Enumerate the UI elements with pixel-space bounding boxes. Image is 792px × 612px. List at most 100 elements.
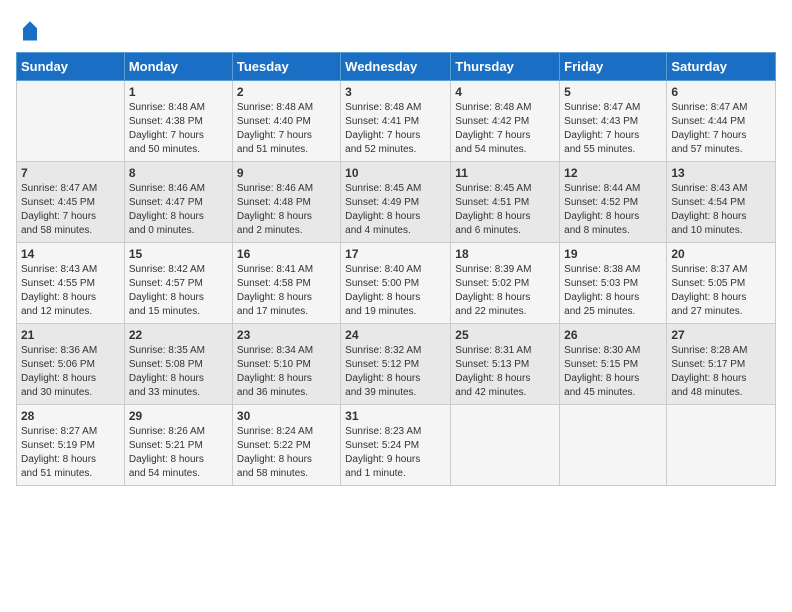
calendar-cell: 16 Sunrise: 8:41 AM Sunset: 4:58 PM Dayli… (232, 243, 340, 324)
calendar-cell: 20 Sunrise: 8:37 AM Sunset: 5:05 PM Dayli… (667, 243, 776, 324)
calendar-body: 1 Sunrise: 8:48 AM Sunset: 4:38 PM Daylig… (17, 81, 776, 486)
calendar-cell: 7Sunrise: 8:47 AM Sunset: 4:45 PM Daylig… (17, 162, 125, 243)
calendar-cell: 14 Sunrise: 8:43 AM Sunset: 4:55 PM Dayli… (17, 243, 125, 324)
day-info: Sunrise: 8:34 AM Sunset: 5:10 PM Dayligh… (237, 344, 336, 400)
calendar-cell: 13 Sunrise: 8:43 AM Sunset: 4:54 PM Dayli… (667, 162, 776, 243)
day-number: 4 (455, 85, 555, 99)
calendar-cell (17, 81, 125, 162)
day-info: Sunrise: 8:26 AM Sunset: 5:21 PM Dayligh… (129, 425, 228, 481)
day-info: Sunrise: 8:46 AM Sunset: 4:48 PM Dayligh… (237, 182, 336, 238)
day-number: 7 (21, 166, 120, 180)
day-number: 20 (671, 247, 771, 261)
day-number: 29 (129, 409, 228, 423)
calendar-cell (667, 405, 776, 486)
day-number: 24 (345, 328, 446, 342)
day-number: 21 (21, 328, 120, 342)
day-number: 13 (671, 166, 771, 180)
day-info: Sunrise: 8:48 AM Sunset: 4:38 PM Dayligh… (129, 101, 228, 157)
day-info: Sunrise: 8:41 AM Sunset: 4:58 PM Dayligh… (237, 263, 336, 319)
day-number: 5 (564, 85, 662, 99)
day-info: Sunrise: 8:48 AM Sunset: 4:40 PM Dayligh… (237, 101, 336, 157)
day-info: Sunrise: 8:43 AM Sunset: 4:54 PM Dayligh… (671, 182, 771, 238)
week-row-2: 14 Sunrise: 8:43 AM Sunset: 4:55 PM Dayli… (17, 243, 776, 324)
day-number: 18 (455, 247, 555, 261)
day-info: Sunrise: 8:28 AM Sunset: 5:17 PM Dayligh… (671, 344, 771, 400)
calendar-cell: 27 Sunrise: 8:28 AM Sunset: 5:17 PM Dayli… (667, 324, 776, 405)
day-info: Sunrise: 8:30 AM Sunset: 5:15 PM Dayligh… (564, 344, 662, 400)
calendar-cell: 6Sunrise: 8:47 AM Sunset: 4:44 PM Daylig… (667, 81, 776, 162)
day-info: Sunrise: 8:37 AM Sunset: 5:05 PM Dayligh… (671, 263, 771, 319)
calendar-cell: 29 Sunrise: 8:26 AM Sunset: 5:21 PM Dayli… (124, 405, 232, 486)
calendar-cell: 3 Sunrise: 8:48 AM Sunset: 4:41 PM Daylig… (341, 81, 451, 162)
calendar-cell: 26 Sunrise: 8:30 AM Sunset: 5:15 PM Dayli… (560, 324, 667, 405)
day-info: Sunrise: 8:35 AM Sunset: 5:08 PM Dayligh… (129, 344, 228, 400)
day-number: 10 (345, 166, 446, 180)
calendar-header: SundayMondayTuesdayWednesdayThursdayFrid… (17, 53, 776, 81)
page-header (16, 16, 776, 44)
day-number: 3 (345, 85, 446, 99)
header-cell-sunday: Sunday (17, 53, 125, 81)
day-number: 31 (345, 409, 446, 423)
day-info: Sunrise: 8:48 AM Sunset: 4:42 PM Dayligh… (455, 101, 555, 157)
calendar-cell: 4 Sunrise: 8:48 AM Sunset: 4:42 PM Daylig… (451, 81, 560, 162)
day-number: 15 (129, 247, 228, 261)
day-info: Sunrise: 8:31 AM Sunset: 5:13 PM Dayligh… (455, 344, 555, 400)
header-cell-thursday: Thursday (451, 53, 560, 81)
calendar-cell (560, 405, 667, 486)
header-row: SundayMondayTuesdayWednesdayThursdayFrid… (17, 53, 776, 81)
week-row-1: 7Sunrise: 8:47 AM Sunset: 4:45 PM Daylig… (17, 162, 776, 243)
calendar-cell: 24 Sunrise: 8:32 AM Sunset: 5:12 PM Dayli… (341, 324, 451, 405)
calendar-cell: 23 Sunrise: 8:34 AM Sunset: 5:10 PM Dayli… (232, 324, 340, 405)
calendar-cell: 12Sunrise: 8:44 AM Sunset: 4:52 PM Dayli… (560, 162, 667, 243)
day-number: 11 (455, 166, 555, 180)
calendar-cell: 8 Sunrise: 8:46 AM Sunset: 4:47 PM Daylig… (124, 162, 232, 243)
calendar-cell: 30 Sunrise: 8:24 AM Sunset: 5:22 PM Dayli… (232, 405, 340, 486)
day-number: 26 (564, 328, 662, 342)
logo (16, 16, 48, 44)
day-info: Sunrise: 8:40 AM Sunset: 5:00 PM Dayligh… (345, 263, 446, 319)
calendar-cell: 5Sunrise: 8:47 AM Sunset: 4:43 PM Daylig… (560, 81, 667, 162)
day-info: Sunrise: 8:48 AM Sunset: 4:41 PM Dayligh… (345, 101, 446, 157)
day-number: 23 (237, 328, 336, 342)
calendar-cell: 9 Sunrise: 8:46 AM Sunset: 4:48 PM Daylig… (232, 162, 340, 243)
day-number: 16 (237, 247, 336, 261)
calendar-table: SundayMondayTuesdayWednesdayThursdayFrid… (16, 52, 776, 486)
calendar-cell: 10Sunrise: 8:45 AM Sunset: 4:49 PM Dayli… (341, 162, 451, 243)
header-cell-saturday: Saturday (667, 53, 776, 81)
day-number: 12 (564, 166, 662, 180)
day-number: 22 (129, 328, 228, 342)
day-number: 8 (129, 166, 228, 180)
day-info: Sunrise: 8:46 AM Sunset: 4:47 PM Dayligh… (129, 182, 228, 238)
calendar-cell: 18 Sunrise: 8:39 AM Sunset: 5:02 PM Dayli… (451, 243, 560, 324)
calendar-cell: 15Sunrise: 8:42 AM Sunset: 4:57 PM Dayli… (124, 243, 232, 324)
calendar-cell (451, 405, 560, 486)
header-cell-wednesday: Wednesday (341, 53, 451, 81)
week-row-4: 28 Sunrise: 8:27 AM Sunset: 5:19 PM Dayli… (17, 405, 776, 486)
day-number: 1 (129, 85, 228, 99)
day-info: Sunrise: 8:47 AM Sunset: 4:44 PM Dayligh… (671, 101, 771, 157)
calendar-cell: 21Sunrise: 8:36 AM Sunset: 5:06 PM Dayli… (17, 324, 125, 405)
day-info: Sunrise: 8:23 AM Sunset: 5:24 PM Dayligh… (345, 425, 446, 481)
day-number: 14 (21, 247, 120, 261)
calendar-cell: 28 Sunrise: 8:27 AM Sunset: 5:19 PM Dayli… (17, 405, 125, 486)
day-info: Sunrise: 8:32 AM Sunset: 5:12 PM Dayligh… (345, 344, 446, 400)
day-number: 17 (345, 247, 446, 261)
calendar-cell: 22 Sunrise: 8:35 AM Sunset: 5:08 PM Dayli… (124, 324, 232, 405)
week-row-3: 21Sunrise: 8:36 AM Sunset: 5:06 PM Dayli… (17, 324, 776, 405)
day-info: Sunrise: 8:39 AM Sunset: 5:02 PM Dayligh… (455, 263, 555, 319)
day-info: Sunrise: 8:27 AM Sunset: 5:19 PM Dayligh… (21, 425, 120, 481)
day-info: Sunrise: 8:24 AM Sunset: 5:22 PM Dayligh… (237, 425, 336, 481)
header-cell-friday: Friday (560, 53, 667, 81)
calendar-cell: 2 Sunrise: 8:48 AM Sunset: 4:40 PM Daylig… (232, 81, 340, 162)
calendar-cell: 31 Sunrise: 8:23 AM Sunset: 5:24 PM Dayli… (341, 405, 451, 486)
day-number: 30 (237, 409, 336, 423)
day-number: 27 (671, 328, 771, 342)
day-number: 2 (237, 85, 336, 99)
day-number: 9 (237, 166, 336, 180)
calendar-cell: 11 Sunrise: 8:45 AM Sunset: 4:51 PM Dayli… (451, 162, 560, 243)
day-info: Sunrise: 8:43 AM Sunset: 4:55 PM Dayligh… (21, 263, 120, 319)
logo-icon (16, 16, 44, 44)
day-number: 28 (21, 409, 120, 423)
day-info: Sunrise: 8:45 AM Sunset: 4:51 PM Dayligh… (455, 182, 555, 238)
day-number: 25 (455, 328, 555, 342)
